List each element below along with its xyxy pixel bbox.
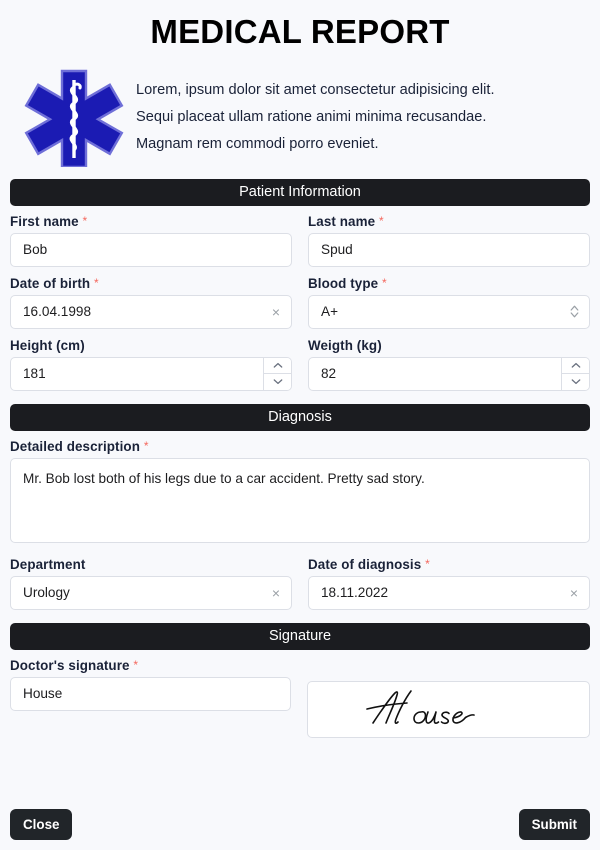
description-label-text: Detailed description	[10, 438, 140, 454]
chevron-down-icon[interactable]	[562, 373, 589, 390]
signature-script-icon	[359, 685, 539, 733]
weight-input[interactable]	[309, 357, 561, 390]
doctor-signature-label: Doctor's signature *	[10, 658, 291, 673]
first-name-label-text: First name	[10, 213, 79, 229]
date-of-diagnosis-label: Date of diagnosis *	[308, 557, 590, 572]
height-field[interactable]	[10, 356, 292, 391]
first-name-field[interactable]	[10, 232, 292, 267]
weight-field[interactable]	[308, 356, 590, 391]
last-name-input[interactable]	[309, 233, 589, 266]
height-input[interactable]	[11, 357, 263, 390]
date-of-birth-field[interactable]: ×	[10, 294, 292, 329]
chevron-up-icon[interactable]	[264, 357, 291, 374]
date-of-birth-label-text: Date of birth	[10, 275, 91, 291]
date-of-diagnosis-input[interactable]	[309, 576, 559, 609]
signature-row: Doctor's signature *	[10, 658, 590, 738]
date-of-birth-group: Date of birth * ×	[10, 276, 292, 329]
last-name-group: Last name *	[308, 214, 590, 267]
date-of-birth-input[interactable]	[11, 295, 261, 328]
department-date-row: Department × Date of diagnosis * ×	[10, 557, 590, 610]
first-name-label: First name *	[10, 214, 292, 229]
required-asterisk: *	[425, 556, 430, 571]
doctor-signature-input[interactable]	[11, 677, 290, 710]
section-header-patient-information: Patient Information	[10, 178, 590, 206]
blood-type-label: Blood type *	[308, 276, 590, 291]
first-name-group: First name *	[10, 214, 292, 267]
department-input[interactable]	[11, 576, 261, 609]
doctor-signature-field[interactable]	[10, 676, 291, 711]
name-row: First name * Last name *	[10, 214, 590, 267]
first-name-input[interactable]	[11, 233, 291, 266]
last-name-label-text: Last name	[308, 213, 376, 229]
description-group: Detailed description * Mr. Bob lost both…	[10, 439, 590, 548]
clear-icon[interactable]: ×	[559, 577, 589, 609]
required-asterisk: *	[143, 438, 149, 453]
doctor-signature-label-text: Doctor's signature	[10, 657, 130, 673]
star-of-life-icon	[24, 67, 124, 169]
intro-block: Lorem, ipsum dolor sit amet consectetur …	[10, 51, 590, 169]
page-title: MEDICAL REPORT	[150, 13, 450, 50]
date-of-diagnosis-field[interactable]: ×	[308, 575, 590, 610]
weight-group: Weigth (kg)	[308, 338, 590, 391]
height-stepper[interactable]	[263, 357, 291, 390]
last-name-field[interactable]	[308, 232, 590, 267]
department-label-text: Department	[10, 556, 86, 572]
weight-stepper[interactable]	[561, 357, 589, 390]
clear-icon[interactable]: ×	[261, 577, 291, 609]
required-asterisk: *	[382, 275, 387, 290]
weight-label-text: Weigth (kg)	[308, 337, 382, 353]
weight-label: Weigth (kg)	[308, 338, 590, 353]
doctor-signature-group: Doctor's signature *	[10, 658, 291, 711]
blood-type-select[interactable]	[309, 295, 559, 328]
chevron-up-icon[interactable]	[562, 357, 589, 374]
description-textarea[interactable]: Mr. Bob lost both of his legs due to a c…	[10, 457, 590, 543]
height-group: Height (cm)	[10, 338, 292, 391]
department-field[interactable]: ×	[10, 575, 292, 610]
date-of-birth-label: Date of birth *	[10, 276, 292, 291]
chevron-down-icon[interactable]	[264, 373, 291, 390]
height-label: Height (cm)	[10, 338, 292, 353]
section-header-diagnosis: Diagnosis	[10, 403, 590, 431]
date-of-diagnosis-label-text: Date of diagnosis	[308, 556, 422, 572]
close-button[interactable]: Close	[10, 808, 73, 840]
form-actions: Close Submit	[10, 808, 590, 840]
submit-button[interactable]: Submit	[518, 808, 590, 840]
date-of-diagnosis-group: Date of diagnosis * ×	[308, 557, 590, 610]
blood-type-group: Blood type *	[308, 276, 590, 329]
description-label: Detailed description *	[10, 439, 590, 454]
birth-blood-row: Date of birth * × Blood type *	[10, 276, 590, 329]
required-asterisk: *	[82, 213, 88, 228]
medical-report-form: MEDICAL REPORT Lorem, ipsum dolor sit am…	[0, 0, 600, 850]
chevron-up-down-icon[interactable]	[559, 296, 589, 328]
intro-text: Lorem, ipsum dolor sit amet consectetur …	[136, 81, 495, 153]
blood-type-field[interactable]	[308, 294, 590, 329]
required-asterisk: *	[378, 213, 384, 228]
department-label: Department	[10, 557, 292, 572]
height-weight-row: Height (cm) Weigth (kg)	[10, 338, 590, 391]
blood-type-label-text: Blood type	[308, 275, 379, 291]
department-group: Department ×	[10, 557, 292, 610]
required-asterisk: *	[133, 657, 139, 672]
last-name-label: Last name *	[308, 214, 590, 229]
section-header-signature: Signature	[10, 622, 590, 650]
clear-icon[interactable]: ×	[261, 296, 291, 328]
required-asterisk: *	[93, 275, 99, 290]
signature-preview	[307, 680, 590, 738]
height-label-text: Height (cm)	[10, 337, 85, 353]
